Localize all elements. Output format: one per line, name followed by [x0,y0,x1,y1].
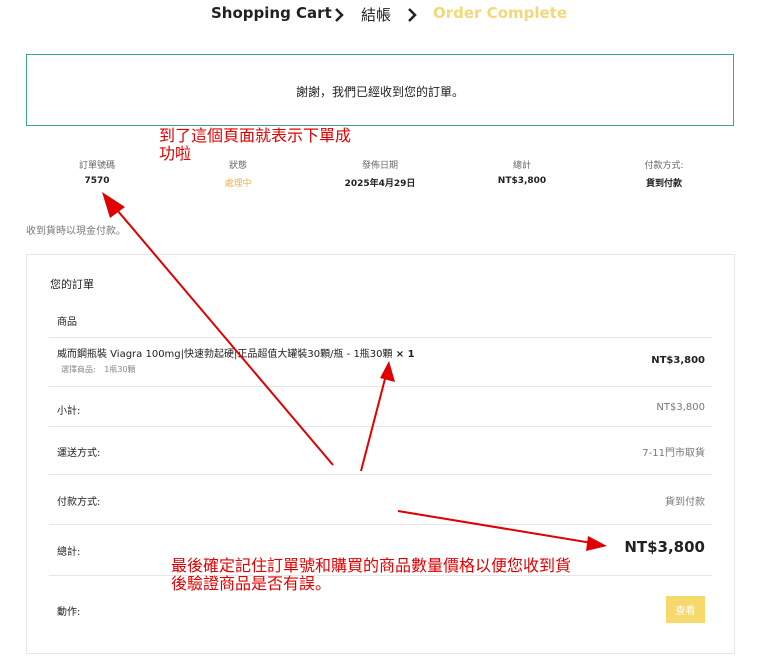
arrow-head [380,361,395,382]
annotation-arrows [102,192,607,551]
arrow-to-order-number [111,203,334,466]
arrow-to-item [360,374,387,472]
arrow-head [586,536,607,551]
arrow-to-total [397,510,593,544]
